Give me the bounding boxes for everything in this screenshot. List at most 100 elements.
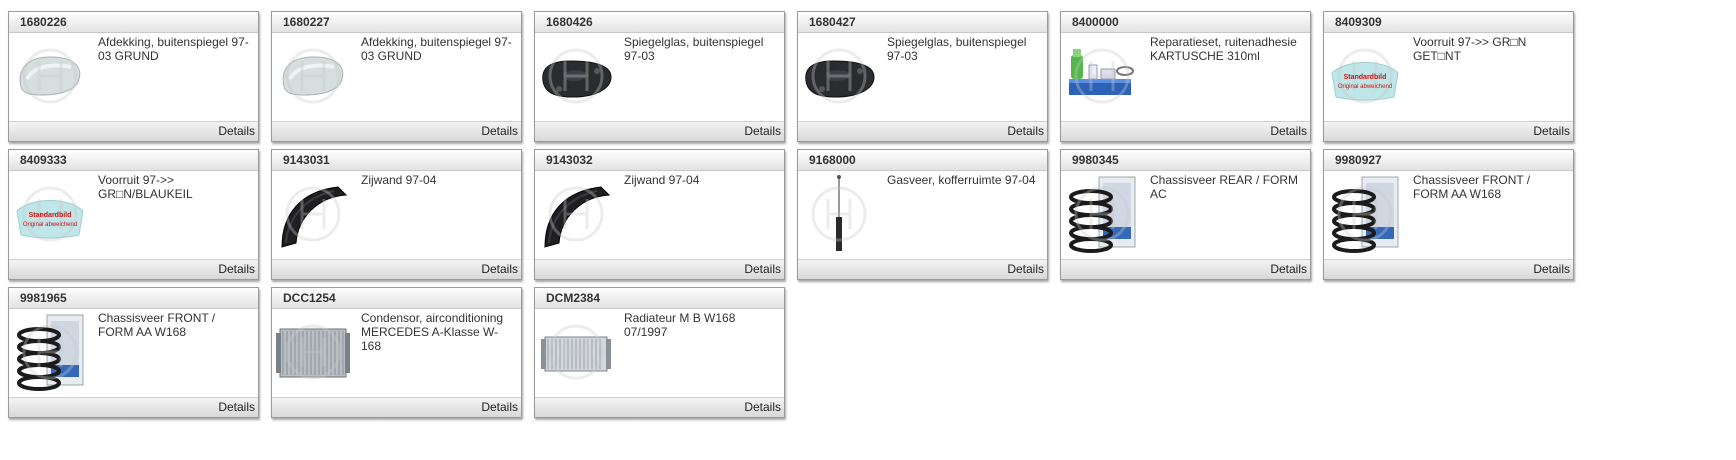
card-footer: Details [1061, 121, 1310, 141]
card-body: Spiegelglas, buitenspiegel 97-03 [535, 33, 784, 121]
stamp-line-1: Standardbild [1344, 74, 1387, 81]
card-footer: Details [272, 121, 521, 141]
stamp-line-1: Standardbild [29, 212, 72, 219]
card-body: Radiateur M B W168 07/1997 [535, 309, 784, 397]
windshield-placeholder-icon[interactable]: Standardbild Original abweichend [1326, 35, 1404, 117]
details-link[interactable]: Details [1270, 122, 1310, 140]
product-card: DCC1254 Condensor, airconditioning MERCED… [271, 287, 522, 418]
details-link[interactable]: Details [481, 260, 521, 278]
stamp-line-2: Original abweichend [1338, 84, 1392, 90]
product-code: 9168000 [798, 150, 1047, 171]
card-footer: Details [798, 259, 1047, 279]
card-body: Zijwand 97-04 [535, 171, 784, 259]
product-name: Chassisveer REAR / FORM AC [1150, 173, 1299, 201]
side-panel-icon[interactable] [274, 173, 352, 255]
product-card: 1680227 Afdekking, buitenspiegel 97-03 GR… [271, 11, 522, 142]
product-card: 9980927 Chassisveer FRONT / FORM AA W168 D… [1323, 149, 1574, 280]
product-card: 9143031 Zijwand 97-04 Details [271, 149, 522, 280]
card-body: Zijwand 97-04 [272, 171, 521, 259]
details-link[interactable]: Details [744, 398, 784, 416]
product-code: 9143031 [272, 150, 521, 171]
details-link[interactable]: Details [481, 122, 521, 140]
product-code: 9980345 [1061, 150, 1310, 171]
product-card: 8409309 Standardbild Original abweichend Vo… [1323, 11, 1574, 142]
card-body: Spiegelglas, buitenspiegel 97-03 [798, 33, 1047, 121]
product-card: 9168000 Gasveer, kofferruimte 97-04 Detail… [797, 149, 1048, 280]
product-code: 9143032 [535, 150, 784, 171]
mirror-cover-icon[interactable] [11, 35, 89, 117]
card-footer: Details [1324, 121, 1573, 141]
product-name: Gasveer, kofferruimte 97-04 [887, 173, 1036, 187]
product-code: 9980927 [1324, 150, 1573, 171]
radiator-icon[interactable] [537, 311, 615, 393]
card-footer: Details [535, 121, 784, 141]
details-link[interactable]: Details [218, 260, 258, 278]
details-link[interactable]: Details [744, 122, 784, 140]
product-code: 8400000 [1061, 12, 1310, 33]
details-link[interactable]: Details [1007, 122, 1047, 140]
card-body: Gasveer, kofferruimte 97-04 [798, 171, 1047, 259]
product-name: Voorruit 97->> GR□N/BLAUKEIL [98, 173, 193, 201]
gas-spring-icon[interactable] [800, 173, 878, 255]
product-name: Afdekking, buitenspiegel 97-03 GRUND [361, 35, 512, 63]
details-link[interactable]: Details [1533, 260, 1573, 278]
product-card: 9980345 Chassisveer REAR / FORM AC Details [1060, 149, 1311, 280]
mirror-cover-icon[interactable] [274, 35, 352, 117]
windshield-placeholder-icon[interactable]: Standardbild Original abweichend [11, 173, 89, 255]
details-link[interactable]: Details [1533, 122, 1573, 140]
product-code: 9981965 [9, 288, 258, 309]
card-footer: Details [272, 397, 521, 417]
product-card: 8400000 Reparatieset, ruitenadhesie KARTU… [1060, 11, 1311, 142]
product-name: Voorruit 97->> GR□N GET□NT [1413, 35, 1527, 63]
card-footer: Details [9, 259, 258, 279]
product-name: Zijwand 97-04 [624, 173, 700, 187]
details-link[interactable]: Details [1270, 260, 1310, 278]
card-body: Standardbild Original abweichend Voorruit … [9, 171, 258, 259]
details-link[interactable]: Details [481, 398, 521, 416]
product-code: 1680227 [272, 12, 521, 33]
product-name: Zijwand 97-04 [361, 173, 437, 187]
product-card: 9981965 Chassisveer FRONT / FORM AA W168 D… [8, 287, 259, 418]
mirror-glass-icon[interactable] [537, 35, 615, 117]
card-body: Standardbild Original abweichend Voorruit … [1324, 33, 1573, 121]
card-footer: Details [535, 259, 784, 279]
product-card: DCM2384 Radiateur M B W168 07/1997 Details [534, 287, 785, 418]
card-footer: Details [9, 121, 258, 141]
product-code: 1680226 [9, 12, 258, 33]
product-code: 8409333 [9, 150, 258, 171]
coil-spring-box-icon[interactable] [1063, 173, 1141, 255]
details-link[interactable]: Details [218, 122, 258, 140]
product-card: 1680426 Spiegelglas, buitenspiegel 97-03 D… [534, 11, 785, 142]
mirror-glass-icon[interactable] [800, 35, 878, 117]
product-card: 8409333 Standardbild Original abweichend Vo… [8, 149, 259, 280]
product-name: Spiegelglas, buitenspiegel 97-03 [887, 35, 1027, 63]
details-link[interactable]: Details [1007, 260, 1047, 278]
stamp-line-2: Original abweichend [23, 222, 77, 228]
product-name: Chassisveer FRONT / FORM AA W168 [1413, 173, 1531, 201]
details-link[interactable]: Details [744, 260, 784, 278]
card-body: Reparatieset, ruitenadhesie KARTUSCHE 31… [1061, 33, 1310, 121]
repair-kit-icon[interactable] [1063, 35, 1141, 117]
condenser-icon[interactable] [274, 311, 352, 393]
coil-spring-box-icon[interactable] [1326, 173, 1404, 255]
product-name: Radiateur M B W168 07/1997 [624, 311, 736, 339]
product-code: DCC1254 [272, 288, 521, 309]
card-body: Chassisveer FRONT / FORM AA W168 [1324, 171, 1573, 259]
product-name: Spiegelglas, buitenspiegel 97-03 [624, 35, 764, 63]
coil-spring-box-icon[interactable] [11, 311, 89, 393]
details-link[interactable]: Details [218, 398, 258, 416]
product-name: Afdekking, buitenspiegel 97-03 GRUND [98, 35, 249, 63]
product-name: Reparatieset, ruitenadhesie KARTUSCHE 31… [1150, 35, 1297, 63]
card-footer: Details [9, 397, 258, 417]
card-footer: Details [1324, 259, 1573, 279]
product-card: 9143032 Zijwand 97-04 Details [534, 149, 785, 280]
product-grid: 1680226 Afdekking, buitenspiegel 97-03 GR… [0, 0, 1736, 460]
product-name: Condensor, airconditioning MERCEDES A-Kl… [361, 311, 504, 353]
card-footer: Details [1061, 259, 1310, 279]
product-code: 1680426 [535, 12, 784, 33]
card-body: Afdekking, buitenspiegel 97-03 GRUND [9, 33, 258, 121]
side-panel-icon[interactable] [537, 173, 615, 255]
card-body: Chassisveer FRONT / FORM AA W168 [9, 309, 258, 397]
card-body: Afdekking, buitenspiegel 97-03 GRUND [272, 33, 521, 121]
product-code: 8409309 [1324, 12, 1573, 33]
